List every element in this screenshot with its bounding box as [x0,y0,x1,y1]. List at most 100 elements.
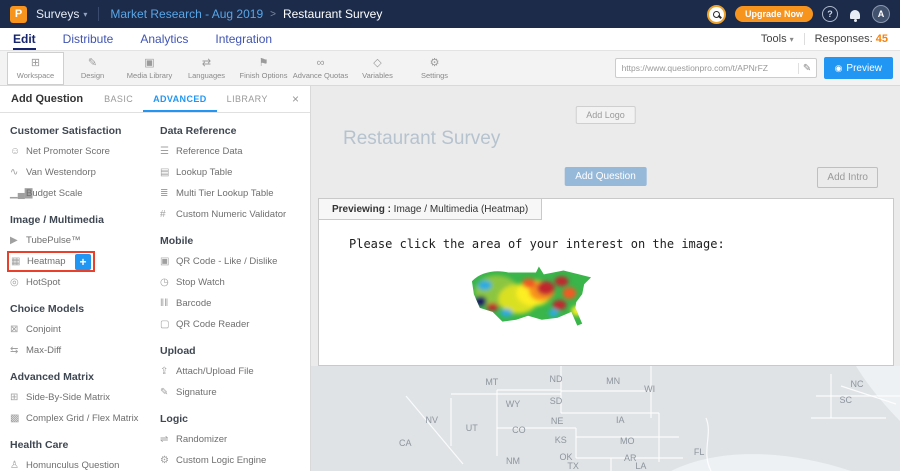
question-type-icon: ‖‖ [160,298,176,309]
question-type-item[interactable]: ⊞ Side-By-Side Matrix [10,387,150,408]
question-type-item[interactable]: ⇌ Randomizer [160,429,310,450]
breadcrumb-survey: Restaurant Survey [283,7,382,21]
toolbar-item[interactable]: ⇄ Languages [178,52,235,85]
toolbar-item[interactable]: ⚙ Settings [406,52,463,85]
toolbar-item-icon: ◇ [373,57,381,69]
panel-tab[interactable]: LIBRARY [217,86,278,112]
workspace-toolbar: ⊞ Workspace ✎ Design ▣ Media Library ⇄ L… [0,51,900,86]
question-type-icon: ∿ [10,167,26,178]
map-state-label: NC [851,379,864,389]
section-heading: Upload [160,345,310,357]
breadcrumb-folder[interactable]: Market Research - Aug 2019 [110,7,263,21]
map-state-label: TX [567,461,579,471]
add-heatmap-button[interactable]: + [75,254,91,270]
section-heading: Health Care [10,439,150,451]
question-type-label: Lookup Table [176,167,232,178]
avatar[interactable]: A [872,5,890,23]
question-type-icon: ⊠ [10,324,26,335]
question-type-icon: ⇆ [10,345,26,356]
survey-url[interactable]: https://www.questionpro.com/t/APNrFZ [622,63,798,73]
notifications-button[interactable] [847,6,863,22]
question-type-item[interactable]: ▢ QR Code Reader [160,314,310,335]
panel-tab[interactable]: BASIC [94,86,143,112]
section-heading: Advanced Matrix [10,371,150,383]
question-type-item[interactable]: ▶ TubePulse™ [10,230,150,251]
upgrade-now-button[interactable]: Upgrade Now [735,6,813,22]
question-type-item[interactable]: ∿ Van Westendorp [10,162,150,183]
toolbar-item-label: Workspace [17,71,54,80]
question-type-item[interactable]: ▣ QR Code - Like / Dislike [160,251,310,272]
question-type-item[interactable]: ≣ Multi Tier Lookup Table [160,183,310,204]
us-map[interactable]: MT ND MN WI SD WY NE IA NV UT CO KS [311,366,900,471]
help-button[interactable]: ? [822,6,838,22]
usa-heatmap-image[interactable] [467,261,595,341]
question-text: Please click the area of your interest o… [349,237,725,251]
question-type-item[interactable]: ✎ Signature [160,382,310,403]
question-type-item[interactable]: ⇪ Attach/Upload File [160,361,310,382]
question-type-item[interactable]: ▤ Lookup Table [160,162,310,183]
question-type-item[interactable]: ♙ Homunculus Question [10,455,150,471]
question-type-item[interactable]: # Custom Numeric Validator [160,204,310,225]
survey-url-box: https://www.questionpro.com/t/APNrFZ ✎ [615,58,817,78]
nav-tab[interactable]: Integration [215,28,272,50]
question-type-label: HotSpot [26,277,60,288]
question-type-label: Complex Grid / Flex Matrix [26,413,138,424]
responses-count[interactable]: Responses: 45 [815,33,888,45]
question-type-item[interactable]: ☺ Net Promoter Score [10,141,150,162]
question-type-label: Van Westendorp [26,167,96,178]
toolbar-item[interactable]: ▣ Media Library [121,52,178,85]
nav-tab[interactable]: Analytics [140,28,188,50]
section-data-reference: Data Reference ☰ Reference Data ▤ Lookup… [160,125,310,225]
surveys-menu[interactable]: Surveys ▾ [36,7,87,21]
map-state-label: NE [551,416,564,426]
panel-column-2: Data Reference ☰ Reference Data ▤ Lookup… [150,115,310,471]
question-type-item[interactable]: ☰ Reference Data [160,141,310,162]
survey-title[interactable]: Restaurant Survey [343,128,500,150]
toolbar-item[interactable]: ⊞ Workspace [7,52,64,85]
question-type-item[interactable]: ◷ Stop Watch [160,272,310,293]
add-question-button[interactable]: Add Question [564,167,647,186]
question-type-icon: ▦ [11,256,27,267]
toolbar-item[interactable]: ⚑ Finish Options [235,52,292,85]
nav-tab[interactable]: Edit [13,28,36,50]
question-type-icon: ▢ [160,319,176,330]
question-type-item[interactable]: ⚙ Custom Logic Engine [160,450,310,471]
preview-button[interactable]: ◉ Preview [824,57,893,79]
question-type-item[interactable]: ▦ Heatmap + [7,251,95,272]
search-button[interactable] [707,5,726,24]
panel-header: Add Question BASIC ADVANCED LIBRARY × [0,86,310,113]
question-type-icon: ▁▄▇ [10,188,26,199]
survey-canvas: Add Logo Restaurant Survey Add Question … [311,86,900,471]
section-customer-satisfaction: Customer Satisfaction ☺ Net Promoter Sco… [10,125,150,204]
question-type-icon: ▩ [10,413,26,424]
questionpro-logo[interactable]: P [10,6,27,23]
section-health-care: Health Care ♙ Homunculus Question [10,439,150,471]
map-state-label: IA [616,415,625,425]
map-state-label: SD [550,396,563,406]
question-type-label: Max-Diff [26,345,61,356]
question-type-item[interactable]: ⊠ Conjoint [10,319,150,340]
close-icon[interactable]: × [281,86,310,112]
question-type-icon: ⇪ [160,366,176,377]
map-state-label: KS [555,435,567,445]
tools-menu[interactable]: Tools ▾ [761,33,794,45]
question-type-item[interactable]: ‖‖ Barcode [160,293,310,314]
toolbar-item[interactable]: ∞ Advance Quotas [292,52,349,85]
map-state-label: MO [620,436,635,446]
responses-number: 45 [876,33,888,45]
nav-tab[interactable]: Distribute [63,28,114,50]
question-type-icon: ✎ [160,387,176,398]
panel-tab[interactable]: ADVANCED [143,86,217,112]
question-type-item[interactable]: ▁▄▇ Budget Scale [10,183,150,204]
question-type-item[interactable]: ⇆ Max-Diff [10,340,150,361]
question-type-item[interactable]: ▩ Complex Grid / Flex Matrix [10,408,150,429]
map-state-label: WY [506,399,521,409]
add-logo-button[interactable]: Add Logo [575,106,636,124]
edit-url-icon[interactable]: ✎ [798,63,816,74]
question-type-label: Custom Numeric Validator [176,209,286,220]
add-intro-button[interactable]: Add Intro [817,167,878,188]
toolbar-item[interactable]: ✎ Design [64,52,121,85]
toolbar-item[interactable]: ◇ Variables [349,52,406,85]
question-type-item[interactable]: ◎ HotSpot [10,272,150,293]
nav-right: Tools ▾ Responses: 45 [761,28,888,50]
